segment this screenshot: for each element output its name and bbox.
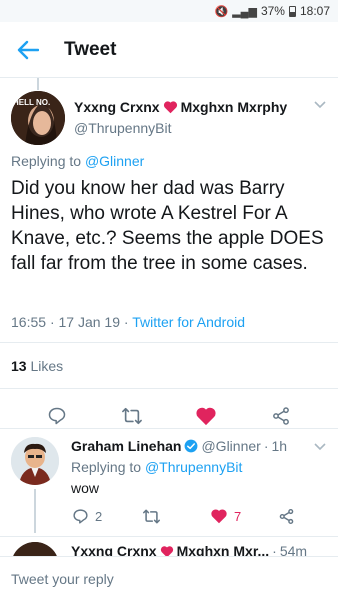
replying-prefix: Replying to — [11, 153, 82, 169]
tweet-date: 17 Jan 19 — [58, 314, 121, 330]
retweet-icon — [142, 509, 160, 523]
author-name-first: Yxxng Crxnx — [74, 99, 160, 115]
author-avatar[interactable]: HELL NO. — [11, 91, 65, 145]
reply-author-handle: @Glinner — [201, 438, 261, 454]
status-bar: 🔇 ▂▄▆ 37% 18:07 — [0, 0, 338, 22]
reply-author-avatar[interactable] — [11, 437, 59, 485]
replying-prefix: Replying to — [71, 459, 142, 475]
reply-author-line[interactable]: Graham Linehan @Glinner · 1h — [71, 438, 287, 454]
reply-author-name: Graham Linehan — [71, 438, 182, 454]
tweet-text: Did you know her dad was Barry Hines, wh… — [11, 178, 324, 274]
replying-to: Replying to @Glinner — [11, 153, 144, 169]
avatar-image: HELL NO. — [11, 91, 65, 145]
chevron-down-icon[interactable] — [314, 443, 326, 451]
retweet-button[interactable] — [117, 401, 147, 431]
author-handle[interactable]: @ThrupennyBit — [74, 120, 171, 136]
back-button[interactable] — [0, 22, 56, 78]
reply-count: 2 — [95, 508, 103, 524]
app-header: Tweet — [0, 22, 338, 78]
battery-icon — [288, 5, 296, 17]
thread-line — [37, 78, 39, 90]
page-title: Tweet — [64, 38, 117, 60]
avatar-image — [11, 437, 59, 485]
heart-icon — [211, 509, 227, 524]
reply-icon — [49, 407, 66, 425]
signal-icon: ▂▄▆ — [232, 5, 257, 18]
tweet-meta: 16:55 · 17 Jan 19 · Twitter for Android — [11, 314, 246, 330]
author-name-last: Mxghxn Mxrphy — [180, 99, 288, 115]
replying-handle-link[interactable]: @Glinner — [85, 153, 144, 169]
verified-icon — [185, 439, 198, 453]
avatar-caption: HELL NO. — [13, 98, 50, 107]
reply-icon — [73, 508, 88, 524]
tweet-time: 16:55 — [11, 314, 47, 330]
reply-button[interactable] — [42, 401, 72, 431]
tweet-source-link[interactable]: Twitter for Android — [132, 314, 245, 330]
divider — [0, 388, 338, 389]
replying-handle-link[interactable]: @ThrupennyBit — [145, 459, 242, 475]
reply-button[interactable]: 2 — [72, 508, 102, 525]
heart-icon — [196, 407, 216, 426]
composer-placeholder: Tweet your reply — [11, 570, 114, 587]
clock: 18:07 — [299, 4, 330, 18]
reply-text: wow — [71, 480, 100, 496]
likes-row[interactable]: 13 Likes — [11, 358, 63, 374]
back-arrow-icon — [17, 40, 39, 59]
battery-percent: 37% — [260, 4, 285, 18]
mute-icon: 🔇 — [214, 5, 229, 18]
like-button[interactable]: 7 — [210, 508, 241, 524]
likes-count: 13 — [11, 358, 27, 374]
author-name[interactable]: Yxxng Crxnx Mxghxn Mxrphy — [74, 99, 287, 115]
red-heart-emoji-icon — [163, 101, 177, 114]
share-icon — [279, 508, 294, 524]
tweet-actions — [0, 393, 338, 439]
retweet-button[interactable] — [142, 508, 161, 525]
divider — [0, 342, 338, 343]
share-icon — [272, 407, 289, 425]
share-button[interactable] — [266, 401, 296, 431]
chevron-down-icon[interactable] — [314, 101, 326, 109]
reply-composer-input[interactable]: Tweet your reply — [0, 556, 338, 600]
share-button[interactable] — [278, 508, 295, 525]
likes-label: Likes — [30, 358, 64, 374]
thread-line — [34, 489, 36, 533]
like-count: 7 — [234, 508, 242, 524]
divider — [0, 536, 338, 537]
reply-tweet-actions: 2 7 — [60, 504, 338, 528]
reply-replying-to: Replying to @ThrupennyBit — [71, 459, 242, 475]
like-button[interactable] — [191, 401, 221, 431]
retweet-icon — [121, 407, 142, 425]
reply-time-ago: 1h — [271, 438, 288, 454]
divider — [0, 428, 338, 429]
